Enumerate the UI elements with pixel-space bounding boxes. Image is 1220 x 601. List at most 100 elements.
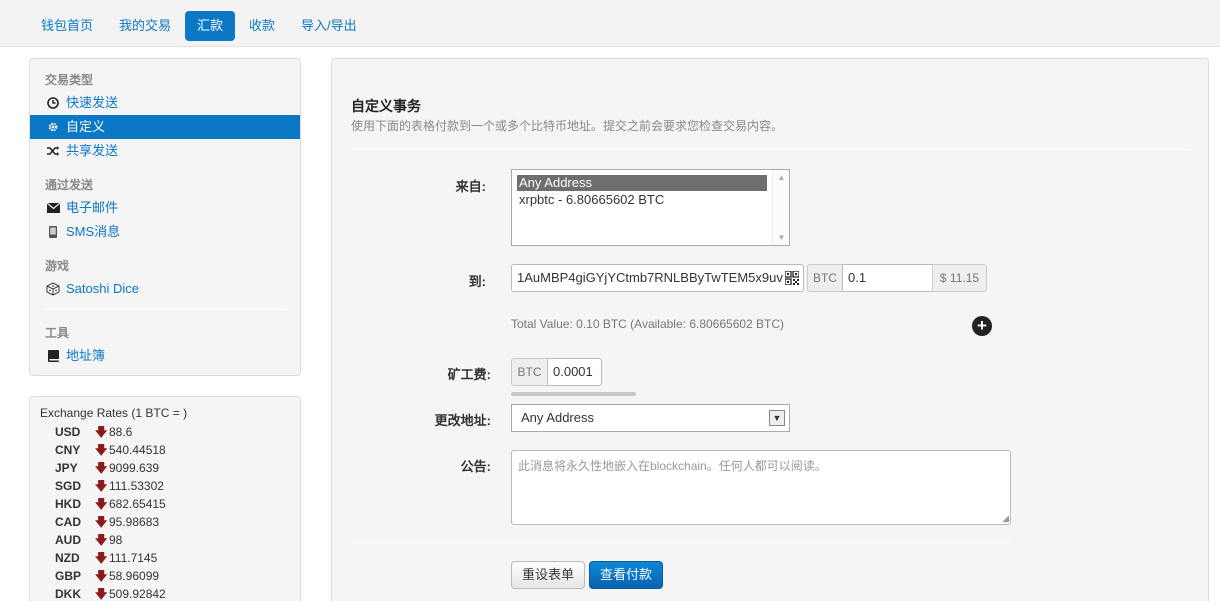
- tab-send[interactable]: 汇款: [185, 11, 236, 41]
- dice-icon: [46, 277, 60, 301]
- currency-code: AUD: [55, 533, 81, 547]
- rate-value: 111.7145: [109, 551, 158, 565]
- sidebar-item-label: 共享发送: [66, 143, 119, 158]
- fee-amount-input[interactable]: 0.0001: [547, 358, 602, 386]
- arrow-down-icon: 🡇: [95, 515, 108, 529]
- rate-value: 540.44518: [109, 443, 166, 457]
- rate-value: 95.98683: [109, 515, 160, 529]
- currency-code: USD: [55, 425, 81, 439]
- listbox-scrollbar[interactable]: ▲ ▼: [772, 170, 789, 245]
- sidebar-item-label: SMS消息: [66, 224, 121, 239]
- change-address-select[interactable]: Any Address ▼: [511, 404, 790, 432]
- sidebar-item-label: 地址簿: [66, 348, 106, 363]
- shuffle-icon: [46, 139, 60, 163]
- qr-code-icon[interactable]: [785, 271, 799, 285]
- divider: [351, 542, 1011, 543]
- rate-row: DKK 🡇 509.92842: [55, 585, 166, 601]
- rate-row: GBP 🡇 58.96099: [55, 567, 159, 585]
- sidebar-item-label: 自定义: [66, 119, 106, 134]
- arrow-down-icon: 🡇: [95, 551, 108, 565]
- change-address-value: Any Address: [521, 410, 594, 425]
- nav-header-send-via: 通过发送: [45, 178, 94, 192]
- custom-transaction-panel: 自定义事务 使用下面的表格付款到一个或多个比特币地址。提交之前会要求您检查交易内…: [331, 58, 1209, 601]
- from-option-xrpbtc[interactable]: xrpbtc - 6.80665602 BTC: [517, 192, 767, 208]
- sidebar-item-label: 快速发送: [66, 95, 119, 110]
- change-address-label: 更改地址:: [434, 413, 491, 428]
- rate-value: 111.53302: [109, 479, 164, 493]
- currency-code: CAD: [55, 515, 81, 529]
- currency-code: DKK: [55, 587, 81, 601]
- sidebar-item-email[interactable]: 电子邮件: [30, 196, 300, 220]
- currency-code: NZD: [55, 551, 80, 565]
- tab-my-transactions[interactable]: 我的交易: [107, 11, 183, 41]
- to-label: 到:: [468, 274, 486, 289]
- sidebar-item-address-book[interactable]: 地址簿: [30, 344, 300, 368]
- add-recipient-button[interactable]: +: [972, 316, 992, 336]
- clock-icon: [46, 91, 60, 115]
- sidebar-item-label: 电子邮件: [66, 200, 119, 215]
- resize-grip-icon[interactable]: ◢: [1002, 514, 1009, 523]
- total-value-text: Total Value: 0.10 BTC (Available: 6.8066…: [511, 317, 785, 331]
- fee-currency-addon: BTC: [511, 358, 548, 386]
- rate-row: HKD 🡇 682.65415: [55, 495, 166, 513]
- tab-wallet-home[interactable]: 钱包首页: [29, 11, 105, 41]
- exchange-rates-title: Exchange Rates (1 BTC = ): [40, 406, 188, 420]
- note-placeholder: 此消息将永久性地嵌入在blockchain。任何人都可以阅读。: [518, 459, 827, 473]
- scroll-up-icon[interactable]: ▲: [773, 173, 790, 182]
- rate-value: 58.96099: [109, 569, 160, 583]
- sidebar-menu: 交易类型 快速发送 自定义 共享发送 通过发送 电子邮件 SMS消息 游戏 Sa…: [29, 58, 301, 376]
- reset-form-button[interactable]: 重设表单: [511, 561, 586, 589]
- rate-row: AUD 🡇 98: [55, 531, 122, 549]
- sidebar-item-custom[interactable]: 自定义: [30, 115, 300, 139]
- currency-code: SGD: [55, 479, 82, 493]
- nav-divider: [45, 309, 287, 310]
- from-label: 来自:: [455, 179, 486, 194]
- from-option-any-address[interactable]: Any Address: [517, 175, 767, 191]
- page-subtitle: 使用下面的表格付款到一个或多个比特币地址。提交之前会要求您检查交易内容。: [351, 119, 784, 133]
- envelope-icon: [46, 196, 60, 220]
- arrow-down-icon: 🡇: [95, 587, 108, 601]
- review-payment-button[interactable]: 查看付款: [589, 561, 664, 589]
- nav-header-transaction-type: 交易类型: [45, 73, 94, 87]
- rate-row: CNY 🡇 540.44518: [55, 441, 166, 459]
- chevron-down-icon[interactable]: ▼: [769, 410, 785, 426]
- sidebar-item-label: Satoshi Dice: [66, 281, 139, 296]
- nav-header-tools: 工具: [45, 326, 70, 340]
- fee-slider[interactable]: [511, 392, 636, 396]
- currency-code: CNY: [55, 443, 81, 457]
- arrow-down-icon: 🡇: [95, 443, 108, 457]
- currency-code: GBP: [55, 569, 82, 583]
- sidebar-item-shared-send[interactable]: 共享发送: [30, 139, 300, 163]
- arrow-down-icon: 🡇: [95, 461, 108, 475]
- sidebar-item-satoshi-dice[interactable]: Satoshi Dice: [30, 277, 300, 301]
- top-nav: 钱包首页 我的交易 汇款 收款 导入/导出: [0, 0, 1220, 47]
- rate-row: USD 🡇 88.6: [55, 423, 132, 441]
- note-label: 公告:: [460, 459, 491, 474]
- to-address-input[interactable]: 1AuMBP4giGYjYCtmb7RNLBByTwTEM5x9uv: [511, 264, 804, 292]
- to-amount-input[interactable]: 0.1: [842, 264, 933, 292]
- exchange-rates-panel: Exchange Rates (1 BTC = ) USD 🡇 88.6 CNY 🡇 5…: [29, 396, 301, 601]
- rate-row: SGD 🡇 111.53302: [55, 477, 164, 495]
- arrow-down-icon: 🡇: [95, 497, 108, 511]
- from-address-listbox[interactable]: Any Address xrpbtc - 6.80665602 BTC ▲ ▼: [511, 169, 790, 246]
- rate-row: CAD 🡇 95.98683: [55, 513, 159, 531]
- rate-row: NZD 🡇 111.7145: [55, 549, 157, 567]
- to-fiat-addon: $ 11.15: [932, 264, 987, 292]
- scroll-down-icon[interactable]: ▼: [773, 233, 790, 242]
- to-currency-addon: BTC: [807, 264, 843, 292]
- sidebar-item-quick-send[interactable]: 快速发送: [30, 91, 300, 115]
- tab-import-export[interactable]: 导入/导出: [289, 11, 369, 41]
- nav-header-games: 游戏: [45, 259, 70, 273]
- note-textarea[interactable]: 此消息将永久性地嵌入在blockchain。任何人都可以阅读。 ◢: [511, 450, 1011, 525]
- rate-value: 682.65415: [109, 497, 166, 511]
- currency-code: HKD: [55, 497, 81, 511]
- page-title: 自定义事务: [351, 98, 421, 114]
- divider: [351, 149, 1188, 150]
- arrow-down-icon: 🡇: [95, 569, 108, 583]
- arrow-down-icon: 🡇: [95, 479, 108, 493]
- arrow-down-icon: 🡇: [95, 533, 108, 547]
- gear-icon: [46, 115, 60, 139]
- sidebar-item-sms[interactable]: SMS消息: [30, 220, 300, 244]
- tab-receive[interactable]: 收款: [237, 11, 287, 41]
- fee-label: 矿工费:: [447, 367, 491, 382]
